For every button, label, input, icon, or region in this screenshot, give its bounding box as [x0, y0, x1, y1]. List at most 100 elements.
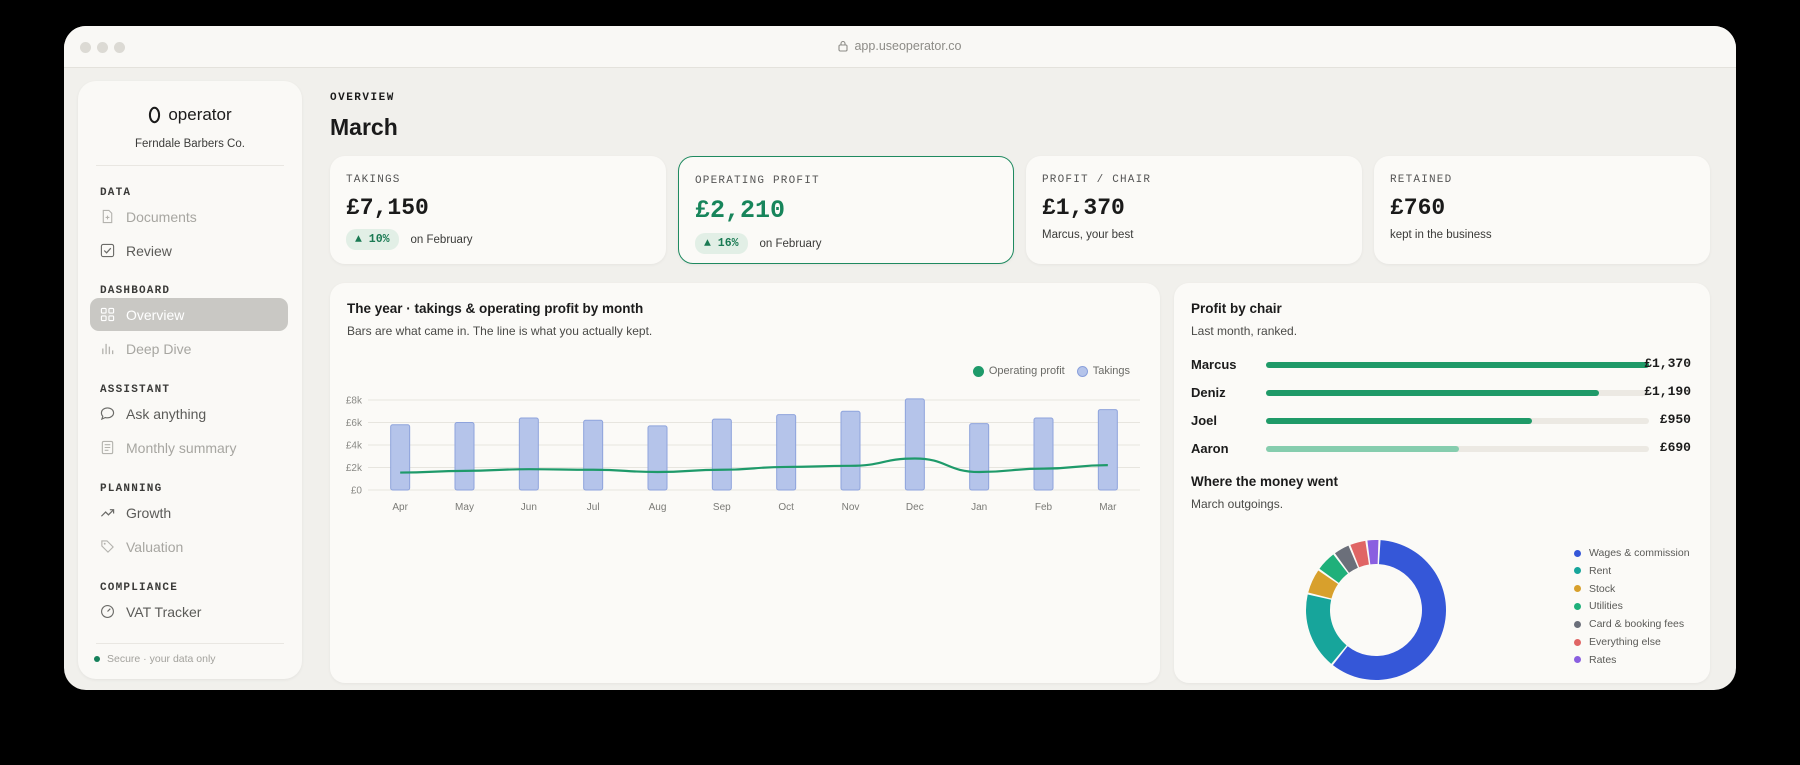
kpi-label: TAKINGS: [346, 174, 401, 186]
sidebar-divider: [96, 165, 284, 166]
sidebar-item-valuation[interactable]: Valuation: [90, 530, 288, 563]
checkbox-icon: [100, 243, 115, 258]
browser-window: app.useoperator.co operator Ferndale Bar…: [64, 26, 1736, 690]
takings-bar: [1033, 417, 1054, 491]
year-chart-card: The year · takings & operating profit by…: [330, 283, 1160, 683]
donut-legend-item: Utilities: [1574, 600, 1623, 612]
x-tick-label: Nov: [842, 502, 860, 513]
donut-legend-item: Rent: [1574, 565, 1611, 577]
chair-name: Marcus: [1191, 357, 1237, 372]
sidebar-item-documents[interactable]: Documents: [90, 200, 288, 233]
donut-legend-item: Everything else: [1574, 636, 1661, 648]
legend-label: Everything else: [1589, 636, 1661, 648]
x-tick-label: Mar: [1099, 502, 1117, 513]
sidebar-item-review[interactable]: Review: [90, 234, 288, 267]
section-data: DATA: [100, 187, 132, 199]
kpi-value: £760: [1390, 195, 1446, 221]
secure-status: Secure · your data only: [94, 653, 216, 665]
sidebar-item-label: Documents: [126, 208, 197, 225]
takings-bar: [904, 398, 925, 491]
chairs-card: Profit by chair Last month, ranked. Marc…: [1174, 283, 1710, 683]
sidebar-item-monthly-summary[interactable]: Monthly summary: [90, 431, 288, 464]
summary-doc-icon: [101, 440, 114, 455]
chair-row-deniz[interactable]: Deniz £1,190: [1191, 383, 1691, 403]
secure-dot-icon: [94, 656, 100, 662]
legend-swatch: [1574, 638, 1581, 646]
kpi-note: Marcus, your best: [1042, 229, 1134, 241]
sidebar-item-deep-dive[interactable]: Deep Dive: [90, 332, 288, 365]
sidebar-item-ask-anything[interactable]: Ask anything: [90, 397, 288, 430]
chair-bar-fill: [1266, 362, 1649, 368]
legend-swatch: [1574, 567, 1581, 575]
kpi-label: PROFIT / CHAIR: [1042, 174, 1152, 186]
kpi-value: £1,370: [1042, 195, 1125, 221]
card-subtitle: Last month, ranked.: [1191, 324, 1298, 338]
browser-titlebar: app.useoperator.co: [64, 26, 1736, 68]
x-tick-label: Sep: [713, 502, 731, 513]
sidebar-item-label: Overview: [126, 306, 185, 323]
kpi-card-retained[interactable]: RETAINED £760 kept in the business: [1374, 156, 1710, 264]
chair-row-joel[interactable]: Joel £950: [1191, 411, 1691, 431]
money-subtitle: March outgoings.: [1191, 497, 1284, 511]
takings-bar: [390, 424, 411, 491]
secure-text: Secure · your data only: [107, 653, 216, 665]
grid-icon: [100, 307, 115, 322]
x-tick-label: May: [455, 502, 474, 513]
legend-swatch: [1574, 620, 1581, 628]
legend-label: Rent: [1589, 564, 1612, 577]
kpi-card-profit-per-chair[interactable]: PROFIT / CHAIR £1,370 Marcus, your best: [1026, 156, 1362, 264]
chair-bar-track: [1266, 446, 1649, 452]
address-bar[interactable]: app.useoperator.co: [64, 39, 1736, 53]
operating-profit-line: [400, 457, 1108, 474]
brand-logo[interactable]: operator: [148, 105, 232, 125]
x-tick-label: Dec: [906, 502, 924, 513]
chair-bar-track: [1266, 390, 1649, 396]
x-tick-label: Aug: [649, 502, 667, 513]
lock-icon: [838, 40, 849, 52]
year-bar-line-chart: £0 £2k £4k £6k £8k Apr May Jun Jul Aug Sep Oct Nov De…: [346, 396, 1140, 513]
donut-legend-item: Stock: [1574, 583, 1615, 595]
kpi-card-takings[interactable]: TAKINGS £7,150 ▲ 10% on February: [330, 156, 666, 264]
chair-row-aaron[interactable]: Aaron £690: [1191, 439, 1691, 459]
x-tick-label: Jun: [521, 502, 537, 513]
chair-value: £1,190: [1644, 384, 1691, 399]
sidebar-item-overview[interactable]: Overview: [90, 298, 288, 331]
kpi-card-operating-profit[interactable]: OPERATING PROFIT £2,210 ▲ 16% on Februar…: [678, 156, 1014, 264]
document-icon: [102, 209, 113, 224]
y-tick-label: £6k: [346, 418, 363, 429]
y-tick-label: £0: [351, 486, 363, 497]
operator-logo-icon: [149, 106, 161, 124]
sidebar-item-vat-tracker[interactable]: VAT Tracker: [90, 595, 288, 628]
sidebar-item-label: Deep Dive: [126, 340, 192, 357]
kpi-label: OPERATING PROFIT: [695, 175, 820, 187]
kpi-note: kept in the business: [1390, 229, 1492, 241]
chair-name: Deniz: [1191, 385, 1226, 400]
chair-bar-fill: [1266, 446, 1459, 452]
kpi-note: on February: [410, 233, 473, 246]
takings-bar: [1097, 409, 1118, 491]
chair-bar-track: [1266, 362, 1649, 368]
sidebar-item-label: VAT Tracker: [126, 603, 202, 620]
takings-bar: [969, 423, 990, 491]
x-tick-label: Jan: [971, 502, 987, 513]
chair-value: £690: [1659, 440, 1691, 455]
takings-bar: [518, 417, 539, 491]
sidebar-item-label: Review: [126, 242, 172, 259]
chair-row-marcus[interactable]: Marcus £1,370: [1191, 355, 1691, 375]
legend-label: Wages & commission: [1589, 547, 1690, 559]
x-tick-label: Feb: [1035, 502, 1053, 513]
takings-bar: [711, 418, 732, 491]
url-text: app.useoperator.co: [854, 39, 962, 53]
sidebar-item-growth[interactable]: Growth: [90, 496, 288, 529]
change-badge: ▲ 16%: [695, 233, 748, 254]
legend-label: Stock: [1589, 582, 1616, 595]
section-dashboard: DASHBOARD: [100, 285, 171, 297]
legend-swatch: [1574, 602, 1581, 610]
kpi-note: on February: [759, 237, 822, 250]
card-title: Profit by chair: [1191, 301, 1282, 316]
company-name: Ferndale Barbers Co.: [135, 138, 245, 150]
legend-label: Card & booking fees: [1589, 618, 1685, 631]
x-tick-label: Jul: [587, 502, 600, 513]
sidebar-item-label: Ask anything: [126, 405, 207, 422]
page-eyebrow: OVERVIEW: [330, 92, 395, 104]
